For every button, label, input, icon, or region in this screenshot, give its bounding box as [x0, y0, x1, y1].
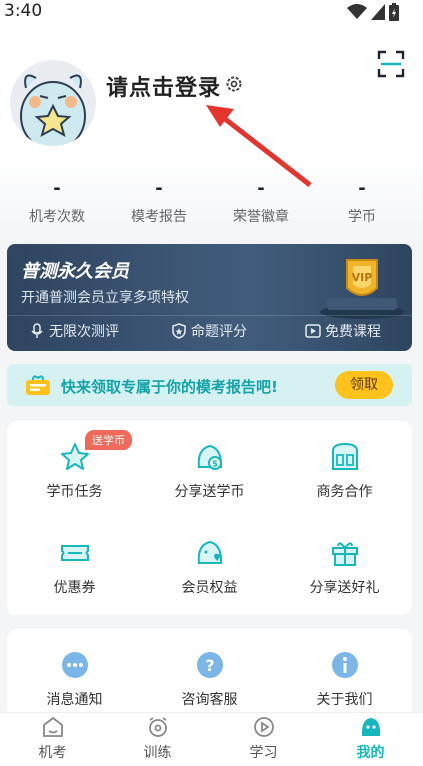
coin-share-icon: $ — [197, 444, 222, 470]
stat-value: - — [358, 178, 366, 199]
stat-label: 模考报告 — [131, 209, 187, 225]
tab-label: 训练 — [143, 745, 172, 761]
promo-text: 快来领取专属于你的模考报告吧! — [61, 378, 278, 396]
tab-mine[interactable]: 我的 — [318, 715, 423, 762]
svg-text:$: $ — [211, 460, 217, 470]
service-grid: 消息通知 ? 咨询客服 关于我们 — [7, 629, 412, 719]
question-icon: ? — [196, 652, 223, 678]
vip-feature-unlimited: 无限次测评 — [29, 321, 119, 341]
vip-feature-label: 无限次测评 — [49, 324, 119, 340]
grid-item-coupons[interactable]: 优惠券 — [7, 537, 142, 597]
tab-label: 学习 — [249, 745, 278, 761]
grid-item-label: 商务合作 — [316, 484, 373, 500]
info-icon — [331, 652, 358, 678]
tab-label: 机考 — [38, 745, 67, 761]
stat-label: 学币 — [348, 209, 376, 225]
gift-icon — [331, 542, 358, 566]
promo-banner[interactable]: 快来领取专属于你的模考报告吧! 领取 — [7, 364, 412, 406]
battery-icon — [389, 3, 399, 21]
signal-icon — [371, 4, 385, 20]
star-icon — [60, 443, 89, 470]
gear-icon[interactable] — [224, 74, 244, 94]
grid-item-label: 优惠券 — [53, 580, 96, 596]
book-icon — [331, 442, 358, 470]
vip-badge-icon: VIP — [320, 259, 404, 319]
stat-label: 荣誉徽章 — [233, 209, 289, 225]
video-icon — [305, 324, 321, 338]
grid-item-notifications[interactable]: 消息通知 — [7, 649, 142, 709]
stat-badges[interactable]: - 荣誉徽章 — [211, 178, 311, 226]
grid-item-share-gifts[interactable]: 分享送好礼 — [277, 537, 412, 597]
tab-label: 我的 — [356, 745, 385, 761]
house-icon — [42, 716, 63, 737]
vip-title: 普测永久会员 — [21, 261, 129, 282]
vip-feature-scoring: 命题评分 — [171, 321, 247, 341]
grid-item-label: 学币任务 — [46, 484, 103, 500]
stat-exam-count[interactable]: - 机考次数 — [7, 178, 107, 226]
status-time: 3:40 — [4, 1, 43, 21]
stat-mock-report[interactable]: - 模考报告 — [109, 178, 209, 226]
grid-item-about[interactable]: 关于我们 — [277, 649, 412, 709]
mascot-image — [20, 74, 86, 146]
svg-text:?: ? — [205, 656, 214, 675]
grid-item-share-coins[interactable]: $ 分享送学币 — [142, 441, 277, 501]
grid-item-customer-service[interactable]: ? 咨询客服 — [142, 649, 277, 709]
vip-feature-label: 命题评分 — [191, 324, 247, 340]
grid-item-label: 关于我们 — [316, 692, 373, 708]
tab-exam[interactable]: 机考 — [0, 715, 105, 762]
bottom-tab-bar: 机考 训练 学习 我的 — [0, 712, 423, 766]
play-icon — [253, 717, 274, 737]
tab-study[interactable]: 学习 — [211, 715, 316, 762]
vip-subtitle: 开通普测会员立享多项特权 — [21, 290, 189, 306]
stat-value: - — [257, 178, 265, 199]
stat-value: - — [155, 178, 163, 199]
stat-label: 机考次数 — [29, 209, 85, 225]
scan-icon[interactable] — [377, 50, 405, 78]
ticket-icon — [60, 545, 89, 561]
grid-item-label: 消息通知 — [46, 692, 103, 708]
status-bar: 3:40 — [0, 0, 423, 26]
grid-item-label: 分享送学币 — [174, 484, 245, 500]
wifi-icon — [347, 4, 367, 19]
status-icons — [347, 3, 399, 21]
report-gift-icon — [26, 375, 50, 395]
alarm-clock-icon — [148, 717, 167, 737]
grid-item-business[interactable]: 商务合作 — [277, 441, 412, 501]
grid-item-label: 咨询客服 — [181, 692, 238, 708]
grid-item-label: 会员权益 — [181, 580, 238, 596]
heart-face-icon — [197, 540, 222, 564]
stat-value: - — [53, 178, 61, 199]
stats-row: - 机考次数 - 模考报告 - 荣誉徽章 - 学币 — [0, 178, 423, 228]
profile-face-icon — [361, 718, 380, 736]
claim-button[interactable]: 领取 — [335, 371, 393, 399]
shield-star-icon — [172, 323, 186, 339]
vip-divider — [7, 315, 412, 316]
vip-feature-label: 免费课程 — [325, 324, 381, 340]
vip-card[interactable]: 普测永久会员 开通普测会员立享多项特权 VIP 无限次测评 命题评分 免费课程 — [7, 244, 412, 351]
grid-item-label: 分享送好礼 — [309, 580, 380, 596]
stat-coins[interactable]: - 学币 — [312, 178, 412, 226]
microphone-icon — [31, 323, 43, 338]
feature-grid: 送学币 学币任务 $ 分享送学币 商务合作 优惠券 会员权益 分享送好礼 — [7, 421, 412, 615]
svg-text:VIP: VIP — [352, 271, 373, 284]
vip-feature-courses: 免费课程 — [305, 321, 381, 341]
avatar[interactable] — [10, 60, 96, 146]
grid-item-coin-tasks[interactable]: 学币任务 — [7, 441, 142, 501]
message-icon — [61, 652, 88, 678]
grid-item-member-benefits[interactable]: 会员权益 — [142, 537, 277, 597]
tab-training[interactable]: 训练 — [105, 715, 210, 762]
